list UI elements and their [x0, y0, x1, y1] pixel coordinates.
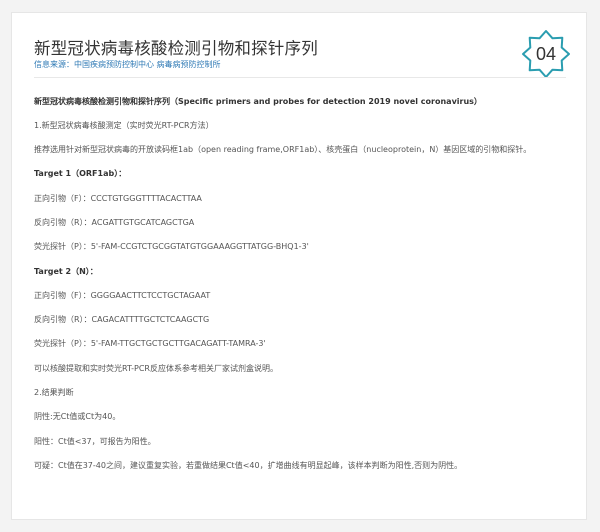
negative-result-text: 阴性:无Ct值或Ct为40。 — [34, 412, 121, 421]
target-1-forward-primer: 正向引物（F）：CCCTGTGGGTTTTACACTTAA — [34, 194, 202, 203]
content-card: 新型冠状病毒核酸检测引物和探针序列 信息来源：中国疾病预防控制中心 病毒病预防控… — [11, 12, 587, 520]
section-number-badge: 04 — [521, 29, 571, 79]
target-1-probe: 荧光探针（P）：5'-FAM-CCGTCTGCGGTATGTGGAAAGGTTA… — [34, 242, 309, 251]
recommendation-text: 推荐选用针对新型冠状病毒的开放读码框1ab（open reading frame… — [34, 145, 532, 154]
divider — [34, 77, 566, 78]
source-link[interactable]: 信息来源：中国疾病预防控制中心 病毒病预防控制所 — [34, 59, 221, 70]
target-1-reverse-primer: 反向引物（R）：ACGATTGTGCATCAGCTGA — [34, 218, 195, 227]
page-title: 新型冠状病毒核酸检测引物和探针序列 — [34, 39, 318, 58]
target-2-forward-primer: 正向引物（F）：GGGGAACTTCTCCTGCTAGAAT — [34, 291, 211, 300]
kit-reference-text: 可以核酸提取和实时荧光RT-PCR反应体系参考相关厂家试剂盒说明。 — [34, 364, 278, 373]
badge-number: 04 — [535, 44, 557, 64]
target-2-reverse-primer: 反向引物（R）：CAGACATTTTGCTCTCAAGCTG — [34, 315, 210, 324]
section-heading-1: 1.新型冠状病毒核酸测定（实时荧光RT-PCR方法） — [34, 121, 214, 130]
target-2-probe: 荧光探针（P）：5'-FAM-TTGCTGCTGCTTGACAGATT-TAMR… — [34, 339, 266, 348]
section-heading-2: 2.结果判断 — [34, 388, 74, 397]
target-1-heading: Target 1（ORF1ab）： — [34, 169, 127, 178]
target-2-heading: Target 2（N）： — [34, 267, 98, 276]
suspicious-result-text: 可疑：Ct值在37-40之间，建议重复实验，若重做结果Ct值<40，扩增曲线有明… — [34, 461, 463, 470]
positive-result-text: 阳性：Ct值<37，可报告为阳性。 — [34, 437, 156, 446]
document-heading: 新型冠状病毒核酸检测引物和探针序列（Specific primers and p… — [34, 97, 482, 106]
